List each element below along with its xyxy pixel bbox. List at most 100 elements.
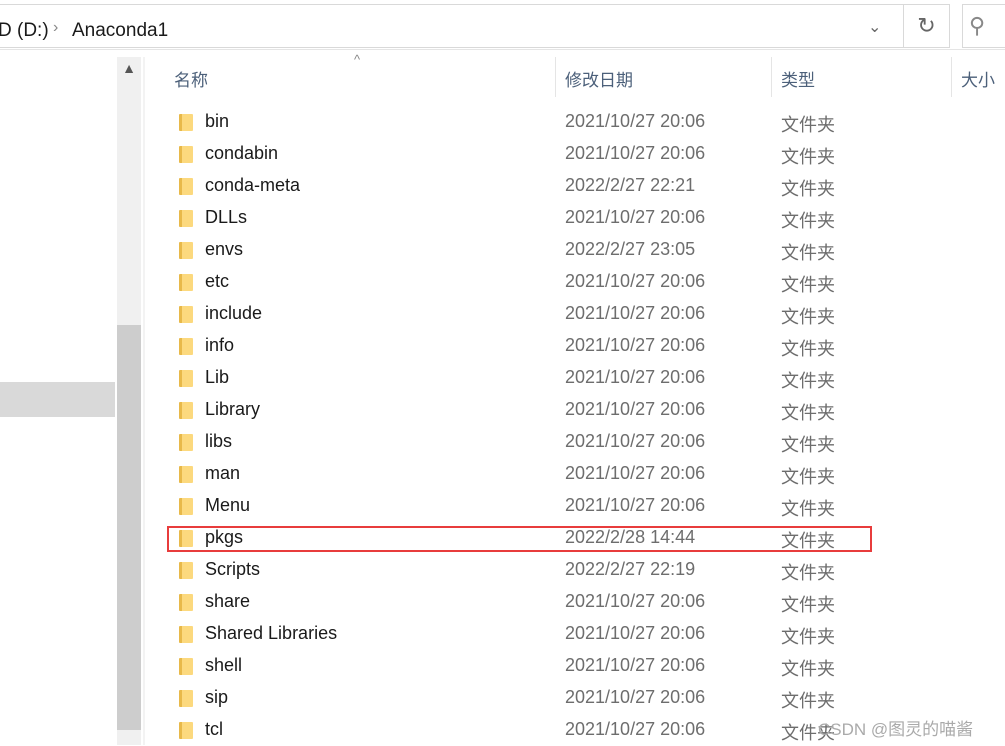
file-row[interactable]: etc 2021/10/27 20:06 文件夹: [160, 266, 1005, 298]
file-name: Lib: [205, 367, 230, 387]
file-row[interactable]: libs 2021/10/27 20:06 文件夹: [160, 426, 1005, 458]
breadcrumb-drive[interactable]: D (D:): [0, 20, 49, 42]
file-row[interactable]: share 2021/10/27 20:06 文件夹: [160, 586, 1005, 618]
file-date: 2022/2/27 22:21: [565, 175, 696, 195]
file-date: 2021/10/27 20:06: [565, 143, 706, 163]
search-icon: ⚲: [969, 13, 986, 38]
file-row[interactable]: man 2021/10/27 20:06 文件夹: [160, 458, 1005, 490]
file-type: 文件夹: [781, 563, 835, 583]
file-type: 文件夹: [781, 371, 835, 391]
column-header-name[interactable]: 名称: [174, 66, 208, 91]
folder-icon: [179, 242, 193, 259]
column-separator[interactable]: [951, 57, 952, 97]
column-separator[interactable]: [771, 57, 772, 97]
watermark: CSDN @图灵的喵酱: [818, 720, 974, 739]
file-row[interactable]: conda-meta 2022/2/27 22:21 文件夹: [160, 170, 1005, 202]
file-date: 2021/10/27 20:06: [565, 303, 706, 323]
file-date: 2021/10/27 20:06: [565, 719, 706, 739]
file-name: share: [205, 591, 251, 611]
scroll-up-icon[interactable]: ▲: [117, 60, 141, 76]
column-separator[interactable]: [555, 57, 556, 97]
file-date: 2021/10/27 20:06: [565, 591, 706, 611]
chevron-down-icon[interactable]: ⌄: [868, 17, 881, 37]
file-date: 2021/10/27 20:06: [565, 495, 706, 515]
folder-icon: [179, 594, 193, 611]
file-name: libs: [205, 431, 233, 451]
nav-scrollbar-thumb[interactable]: [117, 325, 141, 730]
file-name: include: [205, 303, 263, 323]
folder-icon: [179, 690, 193, 707]
file-date: 2021/10/27 20:06: [565, 655, 706, 675]
file-type: 文件夹: [781, 627, 835, 647]
file-name: tcl: [205, 719, 223, 739]
file-row[interactable]: Lib 2021/10/27 20:06 文件夹: [160, 362, 1005, 394]
folder-icon: [179, 306, 193, 323]
folder-icon: [179, 722, 193, 739]
file-date: 2021/10/27 20:06: [565, 111, 706, 131]
file-name: man: [205, 463, 241, 483]
file-date: 2022/2/27 22:19: [565, 559, 696, 579]
file-type: 文件夹: [781, 499, 835, 519]
file-type: 文件夹: [781, 435, 835, 455]
file-date: 2021/10/27 20:06: [565, 207, 706, 227]
folder-icon: [179, 146, 193, 163]
folder-icon: [179, 498, 193, 515]
file-type: 文件夹: [781, 403, 835, 423]
file-date: 2021/10/27 20:06: [565, 399, 706, 419]
file-name: Scripts: [205, 559, 261, 579]
search-box[interactable]: ⚲: [962, 4, 1005, 48]
file-row[interactable]: Library 2021/10/27 20:06 文件夹: [160, 394, 1005, 426]
column-header-modified[interactable]: 修改日期: [565, 66, 633, 91]
file-row[interactable]: condabin 2021/10/27 20:06 文件夹: [160, 138, 1005, 170]
folder-icon: [179, 370, 193, 387]
folder-icon: [179, 178, 193, 195]
folder-icon: [179, 626, 193, 643]
file-row[interactable]: info 2021/10/27 20:06 文件夹: [160, 330, 1005, 362]
column-header-size[interactable]: 大小: [961, 66, 995, 91]
file-name: shell: [205, 655, 243, 675]
file-name: conda-meta: [205, 175, 301, 195]
breadcrumb-folder[interactable]: Anaconda1: [72, 20, 168, 42]
file-row[interactable]: sip 2021/10/27 20:06 文件夹: [160, 682, 1005, 714]
file-date: 2021/10/27 20:06: [565, 367, 706, 387]
folder-icon: [179, 402, 193, 419]
folder-icon: [179, 338, 193, 355]
file-row[interactable]: envs 2022/2/27 23:05 文件夹: [160, 234, 1005, 266]
file-name: Menu: [205, 495, 251, 515]
file-date: 2021/10/27 20:06: [565, 431, 706, 451]
file-row[interactable]: DLLs 2021/10/27 20:06 文件夹: [160, 202, 1005, 234]
sort-ascending-icon: ^: [354, 52, 361, 67]
pane-divider[interactable]: [143, 57, 145, 745]
file-row[interactable]: shell 2021/10/27 20:06 文件夹: [160, 650, 1005, 682]
file-type: 文件夹: [781, 307, 835, 327]
folder-icon: [179, 658, 193, 675]
file-type: 文件夹: [781, 179, 835, 199]
file-type: 文件夹: [781, 275, 835, 295]
file-name: etc: [205, 271, 230, 291]
divider: [0, 49, 1005, 50]
file-row[interactable]: include 2021/10/27 20:06 文件夹: [160, 298, 1005, 330]
chevron-right-icon[interactable]: ›: [53, 19, 58, 37]
address-bar[interactable]: D (D:) › Anaconda1 ⌄: [0, 4, 904, 48]
file-date: 2021/10/27 20:06: [565, 335, 706, 355]
folder-icon: [179, 562, 193, 579]
file-name: info: [205, 335, 235, 355]
file-row[interactable]: Scripts 2022/2/27 22:19 文件夹: [160, 554, 1005, 586]
file-name: Shared Libraries: [205, 623, 338, 643]
file-name: condabin: [205, 143, 279, 163]
file-row[interactable]: bin 2021/10/27 20:06 文件夹: [160, 106, 1005, 138]
folder-icon: [179, 274, 193, 291]
file-row[interactable]: Menu 2021/10/27 20:06 文件夹: [160, 490, 1005, 522]
refresh-button[interactable]: ↻: [903, 4, 950, 48]
column-header-type[interactable]: 类型: [781, 66, 815, 91]
file-date: 2022/2/27 23:05: [565, 239, 696, 259]
folder-icon: [179, 114, 193, 131]
nav-pane-selected-item[interactable]: [0, 382, 115, 417]
file-row[interactable]: Shared Libraries 2021/10/27 20:06 文件夹: [160, 618, 1005, 650]
file-date: 2021/10/27 20:06: [565, 623, 706, 643]
folder-icon: [179, 466, 193, 483]
file-name: envs: [205, 239, 244, 259]
file-name: DLLs: [205, 207, 248, 227]
file-type: 文件夹: [781, 147, 835, 167]
file-type: 文件夹: [781, 659, 835, 679]
